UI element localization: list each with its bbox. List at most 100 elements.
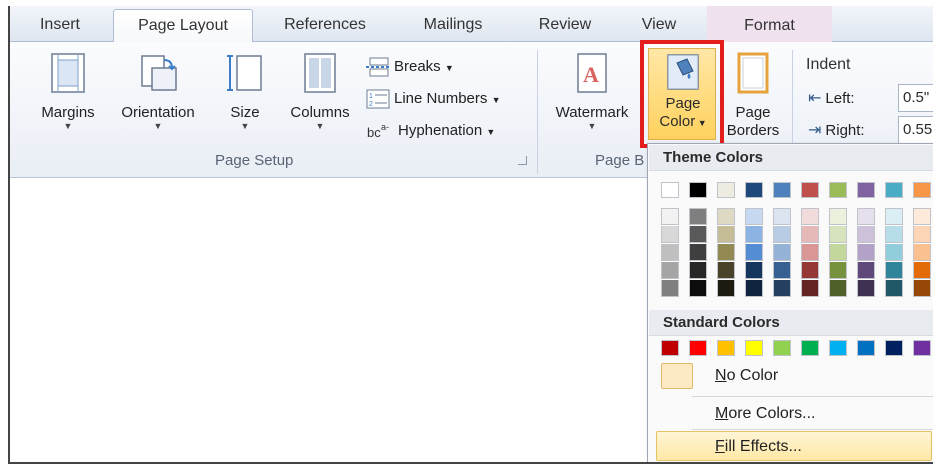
orientation-button[interactable]: Orientation ▼ (108, 52, 208, 131)
theme-shade-swatch[interactable] (717, 208, 735, 225)
indent-left-label: Left: (825, 90, 855, 107)
margins-button[interactable]: Margins ▼ (28, 52, 108, 131)
theme-shade-swatch[interactable] (773, 262, 791, 279)
hyphenation-label: Hyphenation (398, 122, 483, 139)
theme-shade-swatch[interactable] (913, 244, 931, 261)
theme-shade-swatch[interactable] (885, 226, 903, 243)
tab-insert[interactable]: Insert (10, 12, 110, 42)
indent-left-field[interactable]: 0.5" (898, 84, 933, 112)
theme-shade-swatch[interactable] (885, 244, 903, 261)
theme-shade-swatch[interactable] (773, 280, 791, 297)
theme-shade-swatch[interactable] (913, 262, 931, 279)
standard-colors-heading: Standard Colors (649, 310, 933, 336)
indent-right-field[interactable]: 0.55 (898, 116, 933, 144)
standard-color-swatch[interactable] (661, 340, 679, 356)
fill-effects-menu-item[interactable]: Fill Effects... (656, 431, 932, 461)
theme-color-swatch[interactable] (913, 182, 931, 198)
theme-shade-swatch[interactable] (829, 208, 847, 225)
theme-shade-swatch[interactable] (801, 244, 819, 261)
no-color-menu-item[interactable]: No Color (649, 359, 933, 393)
size-button[interactable]: Size ▼ (220, 52, 270, 131)
standard-color-swatch[interactable] (773, 340, 791, 356)
theme-shade-swatch[interactable] (689, 208, 707, 225)
watermark-button[interactable]: A Watermark ▼ (545, 52, 639, 131)
theme-color-swatch[interactable] (801, 182, 819, 198)
theme-shade-swatch[interactable] (829, 226, 847, 243)
theme-shade-swatch[interactable] (913, 208, 931, 225)
hyphenation-button[interactable]: bc a- Hyphenation ▼ (366, 118, 495, 144)
theme-shade-swatch[interactable] (661, 244, 679, 261)
chevron-down-icon: ▼ (63, 121, 73, 131)
theme-shade-swatch[interactable] (745, 280, 763, 297)
theme-shade-swatch[interactable] (745, 208, 763, 225)
page-color-button[interactable]: Page Color ▼ (648, 48, 716, 140)
theme-shade-swatch[interactable] (913, 226, 931, 243)
standard-color-swatch[interactable] (913, 340, 931, 356)
theme-shade-swatch[interactable] (801, 208, 819, 225)
theme-shade-swatch[interactable] (661, 262, 679, 279)
standard-color-swatch[interactable] (717, 340, 735, 356)
theme-shade-swatch[interactable] (801, 280, 819, 297)
tab-page-layout[interactable]: Page Layout (113, 9, 253, 43)
theme-shade-swatch[interactable] (661, 280, 679, 297)
theme-shade-swatch[interactable] (801, 262, 819, 279)
theme-color-swatch[interactable] (717, 182, 735, 198)
theme-shade-swatch[interactable] (717, 226, 735, 243)
theme-shade-swatch[interactable] (689, 262, 707, 279)
tab-references[interactable]: References (260, 12, 390, 42)
theme-shade-swatch[interactable] (773, 226, 791, 243)
theme-shade-swatch[interactable] (857, 244, 875, 261)
page-setup-dialog-launcher-icon[interactable] (518, 156, 527, 165)
theme-shade-swatch[interactable] (745, 226, 763, 243)
theme-shade-swatch[interactable] (857, 226, 875, 243)
tab-mailings[interactable]: Mailings (398, 12, 508, 42)
theme-shade-swatch[interactable] (689, 244, 707, 261)
more-colors-menu-item[interactable]: More Colors... (649, 397, 933, 431)
indent-left-row: ⇤ Left: (808, 86, 855, 112)
theme-shade-swatch[interactable] (773, 208, 791, 225)
theme-color-swatch[interactable] (689, 182, 707, 198)
theme-shade-swatch[interactable] (717, 244, 735, 261)
standard-color-swatch[interactable] (689, 340, 707, 356)
theme-shade-swatch[interactable] (661, 226, 679, 243)
theme-color-swatch[interactable] (829, 182, 847, 198)
page-setup-group-label: Page Setup (215, 152, 294, 169)
standard-color-swatch[interactable] (745, 340, 763, 356)
theme-shade-swatch[interactable] (745, 262, 763, 279)
theme-shade-swatch[interactable] (773, 244, 791, 261)
theme-color-swatch[interactable] (885, 182, 903, 198)
columns-button[interactable]: Columns ▼ (280, 52, 360, 131)
standard-color-swatch[interactable] (829, 340, 847, 356)
standard-color-swatch[interactable] (801, 340, 819, 356)
theme-shade-swatch[interactable] (857, 208, 875, 225)
theme-shade-swatch[interactable] (745, 244, 763, 261)
theme-color-swatch[interactable] (661, 182, 679, 198)
breaks-button[interactable]: Breaks ▼ (366, 54, 454, 80)
theme-shade-swatch[interactable] (661, 208, 679, 225)
theme-color-swatch[interactable] (857, 182, 875, 198)
theme-shade-swatch[interactable] (857, 262, 875, 279)
theme-shade-swatch[interactable] (885, 208, 903, 225)
theme-shade-swatch[interactable] (829, 244, 847, 261)
theme-shade-swatch[interactable] (717, 262, 735, 279)
tab-review[interactable]: Review (515, 12, 615, 42)
tab-format[interactable]: Format (707, 6, 832, 42)
theme-shade-swatch[interactable] (885, 262, 903, 279)
more-colors-accelerator: M (715, 405, 729, 422)
theme-shade-swatch[interactable] (689, 280, 707, 297)
theme-shade-swatch[interactable] (829, 280, 847, 297)
theme-shade-swatch[interactable] (885, 280, 903, 297)
theme-shade-swatch[interactable] (829, 262, 847, 279)
theme-shade-swatch[interactable] (913, 280, 931, 297)
theme-shade-swatch[interactable] (801, 226, 819, 243)
theme-shade-swatch[interactable] (689, 226, 707, 243)
tab-view[interactable]: View (620, 12, 698, 42)
theme-color-swatch[interactable] (773, 182, 791, 198)
standard-color-swatch[interactable] (885, 340, 903, 356)
standard-color-swatch[interactable] (857, 340, 875, 356)
theme-shade-swatch[interactable] (857, 280, 875, 297)
page-borders-button[interactable]: Page Borders (722, 52, 784, 140)
theme-shade-swatch[interactable] (717, 280, 735, 297)
theme-color-swatch[interactable] (745, 182, 763, 198)
line-numbers-button[interactable]: 1 2 Line Numbers ▼ (366, 86, 500, 112)
